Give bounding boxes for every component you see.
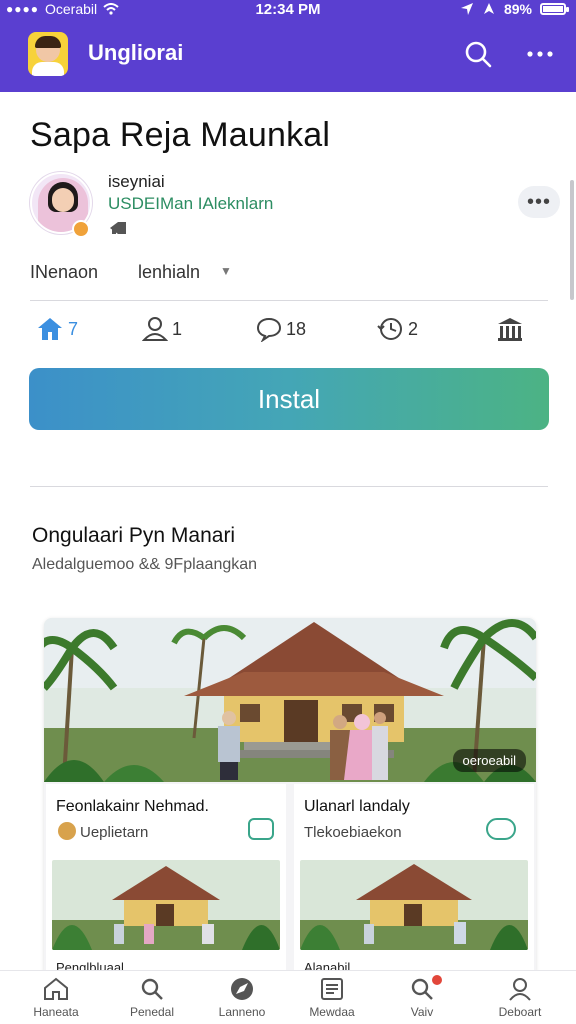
nav-label: Lanneno: [218, 1005, 266, 1019]
status-right: 89%: [460, 1, 569, 17]
logo-hair: [35, 36, 61, 48]
hero-badge: oeroeabil: [452, 749, 526, 772]
comments-count: 18: [286, 318, 307, 339]
filter-row: INenaon lenhialn ▼: [30, 262, 550, 284]
nav-home[interactable]: Haneata: [8, 977, 104, 1021]
home-icon: [38, 318, 62, 340]
section-title: Ongulaari Pyn Manari: [32, 524, 236, 547]
verified-badge-icon: [72, 220, 90, 238]
card-meta: Tlekoebiaekon: [304, 824, 402, 841]
divider: [30, 486, 548, 487]
users-count: 1: [172, 318, 183, 339]
history-count: 2: [408, 318, 419, 339]
history-icon: [377, 318, 402, 340]
section-subtitle: Aledalguemoo && 9Fplaangkan: [32, 556, 258, 573]
location-arrow-icon: [460, 3, 473, 15]
comment-icon: [256, 317, 282, 342]
card-title: Feonlakainr Nehmad.: [56, 798, 209, 815]
card-action-icon[interactable]: [248, 818, 274, 840]
card-image[interactable]: [300, 860, 528, 950]
top-bar: ●●●● Ocerabil 12:34 PM 89% Ungliorai: [0, 0, 576, 92]
nav-alerts[interactable]: Vaiv: [374, 975, 470, 1021]
nav-explore[interactable]: Lanneno: [194, 977, 290, 1021]
home-icon: [44, 977, 68, 1000]
filter-secondary[interactable]: lenhialn: [138, 262, 200, 283]
app-bar: Ungliorai: [0, 28, 576, 84]
stat-history[interactable]: 2: [376, 314, 418, 344]
author-name[interactable]: iseyniai: [108, 172, 165, 192]
stats-row: 7 1 18 2: [30, 312, 550, 346]
user-icon: [142, 317, 168, 341]
stat-users[interactable]: 1: [142, 314, 182, 344]
notification-dot-icon: [432, 975, 442, 985]
nav-label: Deboart: [498, 1005, 542, 1019]
scrollbar[interactable]: [570, 180, 574, 300]
mini-card-right[interactable]: Ulanarl landaly Tlekoebiaekon Alanabil: [294, 784, 534, 978]
card-image[interactable]: [52, 860, 280, 950]
app-title: Ungliorai: [88, 40, 184, 65]
bottom-navigation: Haneata Penedal Lanneno Mewdaa Vaiv Debo…: [0, 970, 576, 1024]
battery-fill: [543, 6, 563, 12]
stat-comments[interactable]: 18: [256, 314, 306, 344]
card-meta: Ueplietarn: [80, 824, 149, 841]
tag-icon: [110, 222, 126, 234]
nav-search[interactable]: Penedal: [104, 977, 200, 1021]
card-title: Ulanarl landaly: [304, 798, 410, 815]
nav-profile[interactable]: Deboart: [472, 977, 568, 1021]
compass-icon: [231, 978, 253, 1000]
chevron-down-icon[interactable]: ▼: [220, 264, 232, 278]
document-icon: [321, 978, 343, 1000]
house-thumbnail: [300, 860, 528, 950]
profile-icon: [509, 978, 531, 1001]
nav-label: Penedal: [129, 1005, 175, 1019]
divider: [30, 300, 548, 301]
install-button[interactable]: Instal: [29, 368, 549, 430]
battery-percent: 89%: [503, 1, 532, 17]
card-chat-icon[interactable]: [486, 818, 516, 840]
stat-building[interactable]: [496, 314, 524, 344]
author-more-button[interactable]: •••: [518, 186, 560, 218]
featured-card[interactable]: oeroeabil Feonlakainr Nehmad. Ueplietarn…: [44, 618, 536, 978]
nav-label: Vaiv: [410, 1005, 434, 1019]
status-bar: ●●●● Ocerabil 12:34 PM 89%: [0, 0, 576, 20]
logo-body: [32, 62, 64, 76]
hero-image[interactable]: oeroeabil: [44, 618, 536, 782]
nav-label: Haneata: [33, 1005, 79, 1019]
search-icon[interactable]: [462, 38, 494, 70]
author-subtitle[interactable]: USDEIMan IAleknlarn: [108, 194, 273, 214]
nav-news[interactable]: Mewdaa: [284, 977, 380, 1021]
avatar-face: [52, 188, 74, 212]
home-count: 7: [68, 318, 79, 339]
search-icon: [141, 978, 163, 1000]
navigation-icon: [483, 3, 494, 14]
app-logo[interactable]: [28, 32, 68, 76]
nav-label: Mewdaa: [309, 1005, 355, 1019]
building-icon: [498, 318, 522, 341]
filter-primary[interactable]: INenaon: [30, 262, 98, 283]
more-options-icon[interactable]: [524, 38, 556, 70]
stat-home[interactable]: 7: [36, 314, 78, 344]
mini-card-left[interactable]: Feonlakainr Nehmad. Ueplietarn Penglblua…: [46, 784, 286, 978]
battery-icon: [540, 3, 569, 15]
house-thumbnail: [52, 860, 280, 950]
user-avatar-icon: [58, 822, 76, 840]
page-title: Sapa Reja Maunkal: [30, 116, 331, 154]
